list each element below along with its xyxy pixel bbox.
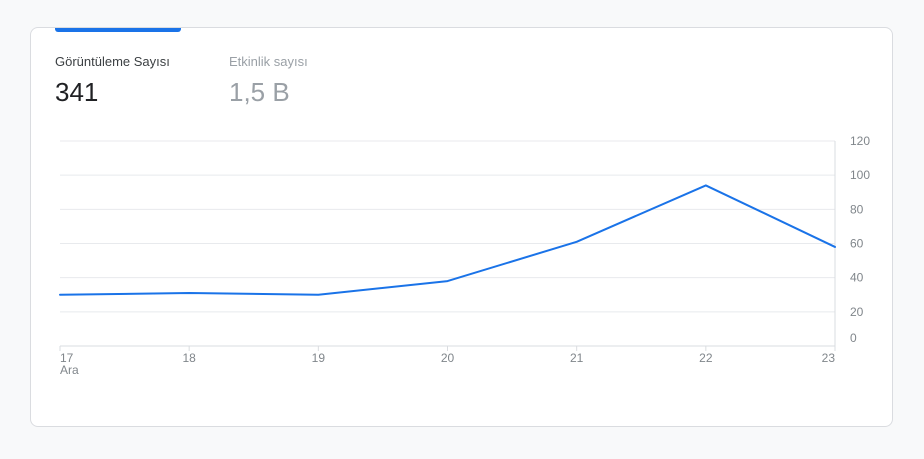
metric-value: 1,5 B (229, 77, 290, 107)
metrics-card: Görüntüleme Sayısı 341 Etkinlik sayısı 1… (30, 27, 893, 427)
metric-label: Görüntüleme Sayısı (55, 54, 170, 69)
metric-label: Etkinlik sayısı (229, 54, 308, 69)
active-tab-indicator (55, 28, 181, 32)
metric-tab-views[interactable]: Görüntüleme Sayısı 341 (55, 54, 170, 107)
metric-tab-events[interactable]: Etkinlik sayısı 1,5 B (229, 54, 308, 107)
metric-value: 341 (55, 77, 99, 107)
